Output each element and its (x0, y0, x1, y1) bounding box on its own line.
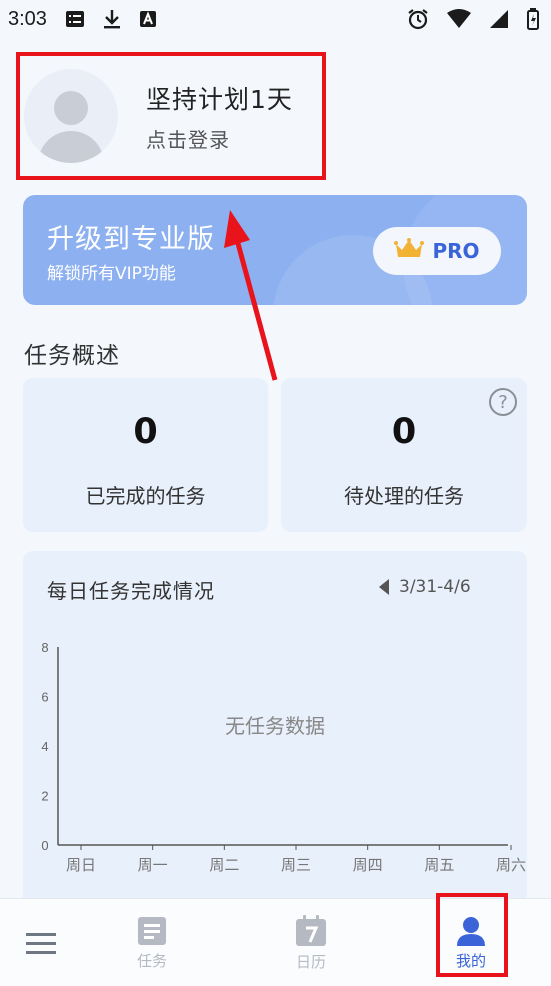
pending-label: 待处理的任务 (344, 484, 464, 508)
signal-icon (489, 9, 509, 29)
menu-icon (26, 933, 56, 954)
completed-tasks-card[interactable]: 0 已完成的任务 (23, 378, 268, 532)
x-tick-label: 周六 (496, 856, 526, 874)
nav-tasks[interactable]: 任务 (120, 899, 184, 986)
x-tick-label: 周一 (138, 856, 168, 874)
nav-calendar[interactable]: 日历 (279, 899, 343, 986)
calendar-icon (296, 914, 326, 946)
highlight-box-mine-tab (436, 893, 508, 977)
notification-list-icon (65, 10, 85, 28)
upgrade-banner[interactable]: 升级到专业版 解锁所有VIP功能 PRO (23, 195, 527, 305)
y-tick-label: 2 (41, 789, 48, 804)
wifi-icon (447, 9, 471, 29)
completed-count: 0 (133, 412, 158, 452)
pending-tasks-card[interactable]: ? 0 待处理的任务 (281, 378, 527, 532)
app-root: 3:03 坚持计划1天 点击登录 升级到专业版 解锁所有VIP功能 PRO 任务… (0, 0, 551, 986)
highlight-box-profile (16, 52, 326, 180)
task-icon (138, 916, 166, 945)
nav-calendar-label: 日历 (295, 952, 326, 971)
pending-count: 0 (391, 412, 417, 452)
x-tick-label: 周三 (281, 856, 311, 874)
x-tick-label: 周五 (424, 856, 454, 874)
status-time: 3:03 (8, 7, 47, 30)
upgrade-subtitle: 解锁所有VIP功能 (47, 264, 176, 284)
upgrade-title: 升级到专业版 (47, 224, 215, 255)
nav-tasks-label: 任务 (136, 951, 167, 970)
overview-title: 任务概述 (24, 343, 120, 369)
a-app-icon (139, 10, 157, 28)
y-tick-label: 8 (41, 640, 48, 655)
y-tick-label: 6 (41, 690, 48, 705)
alarm-icon (407, 8, 429, 30)
x-tick-label: 周日 (66, 856, 96, 874)
battery-icon (527, 8, 539, 30)
nav-menu[interactable] (10, 899, 72, 986)
help-icon[interactable]: ? (489, 388, 517, 416)
y-tick-label: 4 (41, 739, 48, 754)
y-tick-label: 0 (41, 838, 48, 853)
pro-label: PRO (432, 239, 480, 263)
x-tick-label: 周二 (209, 856, 239, 874)
empty-state-text: 无任务数据 (225, 714, 325, 738)
status-bar: 3:03 (0, 0, 551, 38)
daily-completion-chart-card: 每日任务完成情况 3/31-4/6 0 2 4 6 8 周日 周一 周二 周三 周四 周五 周六 无任务… (23, 551, 527, 911)
download-icon (103, 9, 121, 29)
completed-label: 已完成的任务 (85, 484, 206, 508)
crown-icon (394, 237, 425, 265)
daily-chart: 0 2 4 6 8 周日 周一 周二 周三 周四 周五 周六 无任务数据 (41, 640, 526, 874)
x-tick-label: 周四 (353, 856, 383, 874)
pro-button[interactable]: PRO (373, 227, 501, 275)
